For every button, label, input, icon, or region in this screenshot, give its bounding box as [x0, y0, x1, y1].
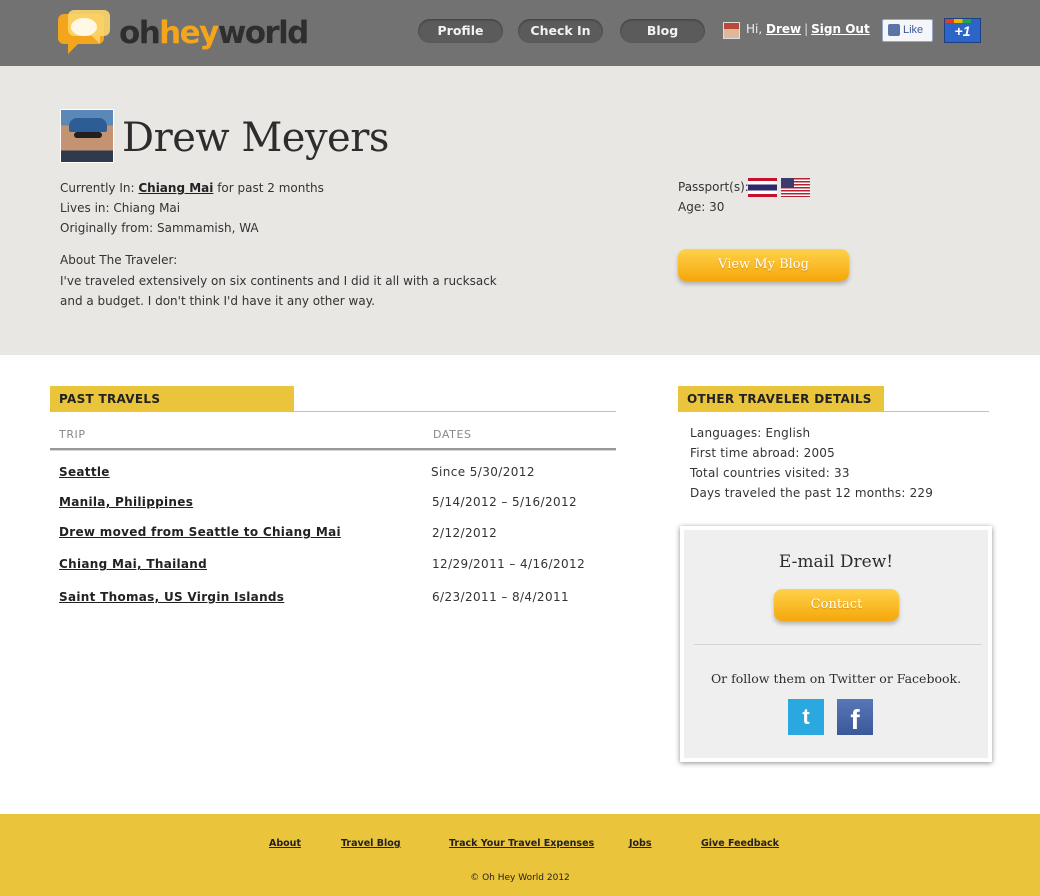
follow-text: Or follow them on Twitter or Facebook.: [710, 671, 962, 686]
currently-in: Currently In: Chiang Mai for past 2 mont…: [60, 180, 324, 196]
days-traveled: Days traveled the past 12 months: 229: [690, 486, 934, 500]
user-greeting: Hi, Drew | Sign Out: [746, 22, 870, 36]
twitter-icon[interactable]: t: [788, 699, 824, 735]
thumbs-up-icon: [888, 24, 900, 36]
facebook-icon[interactable]: f: [837, 699, 873, 735]
facebook-like-button[interactable]: Like: [882, 19, 933, 42]
logo-oh: oh: [119, 15, 161, 51]
logo-world: world: [217, 15, 310, 51]
contact-card-inner: E-mail Drew! Contact Or follow them on T…: [684, 530, 988, 758]
footer-feedback-link[interactable]: Give Feedback: [701, 838, 779, 849]
plus-one-label: +1: [954, 23, 971, 39]
about-label: About The Traveler:: [60, 253, 178, 267]
nav-check-in-button[interactable]: Check In: [518, 19, 603, 43]
table-row: Manila, Philippines 5/14/2012 – 5/16/201…: [50, 495, 616, 515]
table-row: Drew moved from Seattle to Chiang Mai 2/…: [50, 525, 616, 545]
user-avatar[interactable]: [723, 22, 740, 39]
table-row: Chiang Mai, Thailand 12/29/2011 – 4/16/2…: [50, 557, 616, 577]
speech-bubbles-icon: [58, 10, 110, 54]
footer-about-link[interactable]: About: [269, 838, 301, 849]
like-label: Like: [903, 24, 924, 36]
trip-dates: Since 5/30/2012: [431, 465, 535, 479]
top-header: ohheyworld Profile Check In Blog Hi, Dre…: [0, 0, 1040, 66]
contact-divider: [694, 644, 982, 645]
other-details-heading: OTHER TRAVELER DETAILS: [678, 386, 884, 412]
about-text: I've traveled extensively on six contine…: [60, 274, 497, 308]
currently-in-duration: for past 2 months: [217, 181, 324, 195]
google-plus-one-button[interactable]: +1: [944, 18, 981, 43]
nav-blog-button[interactable]: Blog: [620, 19, 705, 43]
trip-link[interactable]: Chiang Mai, Thailand: [59, 557, 207, 571]
originally-from: Originally from: Sammamish, WA: [60, 221, 259, 235]
col-dates-header: DATES: [433, 428, 472, 441]
col-trip-header: TRIP: [59, 428, 86, 441]
lives-in: Lives in: Chiang Mai: [60, 201, 181, 215]
table-row: Seattle Since 5/30/2012: [50, 465, 616, 485]
google-stripes: [945, 19, 980, 23]
languages: Languages: English: [690, 426, 811, 440]
currently-in-city-link[interactable]: Chiang Mai: [138, 181, 213, 195]
first-time-abroad: First time abroad: 2005: [690, 446, 835, 460]
traveler-details: Languages: English First time abroad: 20…: [690, 423, 933, 503]
sign-out-link[interactable]: Sign Out: [811, 22, 870, 36]
profile-name: Drew Meyers: [122, 115, 389, 161]
trip-link[interactable]: Manila, Philippines: [59, 495, 193, 509]
email-title: E-mail Drew!: [778, 552, 894, 572]
trip-dates: 6/23/2011 – 8/4/2011: [432, 590, 570, 604]
footer-expenses-link[interactable]: Track Your Travel Expenses: [449, 838, 594, 849]
trip-link[interactable]: Saint Thomas, US Virgin Islands: [59, 590, 284, 604]
logo-hey: hey: [159, 15, 219, 51]
footer-travel-blog-link[interactable]: Travel Blog: [341, 838, 401, 849]
view-my-blog-button[interactable]: View My Blog: [678, 249, 849, 281]
site-logo[interactable]: ohheyworld: [58, 8, 309, 60]
past-travels-heading: PAST TRAVELS: [50, 386, 294, 412]
user-separator: |: [804, 22, 809, 36]
contact-button[interactable]: Contact: [774, 589, 899, 621]
footer: About Travel Blog Track Your Travel Expe…: [0, 814, 1040, 896]
contact-card: E-mail Drew! Contact Or follow them on T…: [680, 526, 992, 762]
greeting-text: Hi,: [746, 22, 763, 36]
countries-visited: Total countries visited: 33: [690, 466, 850, 480]
other-details-divider: [678, 411, 989, 412]
trip-link[interactable]: Seattle: [59, 465, 110, 479]
past-travels-divider: [50, 411, 616, 412]
trip-dates: 5/14/2012 – 5/16/2012: [432, 495, 578, 509]
copyright: © Oh Hey World 2012: [470, 873, 570, 883]
profile-photo: [60, 109, 114, 163]
table-row: Saint Thomas, US Virgin Islands 6/23/201…: [50, 590, 616, 610]
nav-profile-button[interactable]: Profile: [418, 19, 503, 43]
table-header-rule: [50, 448, 616, 451]
user-name-link[interactable]: Drew: [766, 22, 801, 36]
passports-label: Passport(s):: [678, 180, 749, 194]
trip-link[interactable]: Drew moved from Seattle to Chiang Mai: [59, 525, 341, 539]
trip-dates: 12/29/2011 – 4/16/2012: [432, 557, 586, 571]
trip-dates: 2/12/2012: [432, 526, 498, 540]
flag-usa-icon: [781, 178, 810, 197]
flag-thailand-icon: [748, 178, 777, 197]
footer-jobs-link[interactable]: Jobs: [629, 838, 652, 849]
currently-in-label: Currently In:: [60, 181, 135, 195]
logo-wordmark: ohheyworld: [119, 14, 310, 52]
age: Age: 30: [678, 200, 725, 214]
